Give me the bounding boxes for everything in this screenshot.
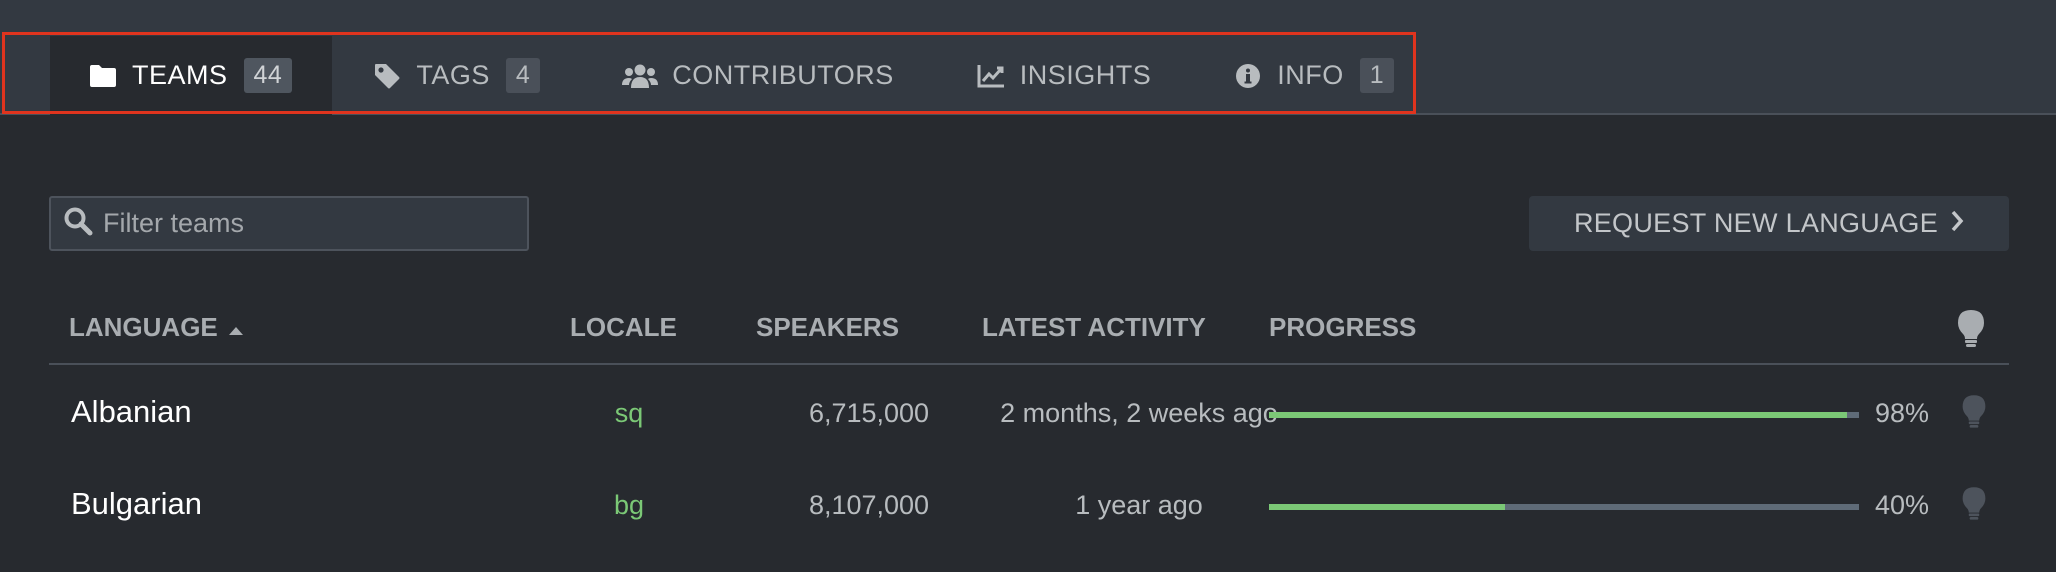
teams-table-header: LANGUAGE LOCALE SPEAKERS LATEST ACTIVITY…	[49, 300, 2009, 365]
filter-teams-input[interactable]	[103, 208, 503, 239]
column-header-language[interactable]: LANGUAGE	[69, 312, 244, 343]
tab-label: INFO	[1277, 60, 1344, 90]
info-circle-icon	[1233, 61, 1263, 91]
lightbulb-icon[interactable]	[1960, 484, 1988, 529]
tab-count-badge: 44	[243, 58, 293, 93]
column-header-progress[interactable]: PROGRESS	[1269, 312, 1416, 343]
tab-count-badge: 4	[505, 58, 541, 93]
tab-count-badge: 1	[1359, 58, 1395, 93]
request-new-language-button[interactable]: REQUEST NEW LANGUAGE	[1529, 196, 2009, 251]
chevron-right-icon	[1950, 208, 1964, 239]
search-icon	[63, 206, 93, 241]
tab-label: TEAMS	[132, 60, 228, 90]
tab-teams[interactable]: TEAMS 44	[50, 36, 333, 115]
filter-teams-field[interactable]	[49, 196, 529, 251]
progress-bar[interactable]	[1269, 504, 1859, 510]
column-header-speakers[interactable]: SPEAKERS	[756, 312, 899, 343]
table-row: Albanian sq 6,715,000 2 months, 2 weeks …	[49, 370, 2009, 462]
tab-info[interactable]: INFO 1	[1193, 36, 1436, 115]
column-header-locale[interactable]: LOCALE	[570, 312, 677, 343]
progress-bar-fill	[1269, 504, 1505, 510]
tab-label: TAGS	[416, 60, 490, 90]
progress-bar-fill	[1269, 412, 1848, 418]
column-header-label: LANGUAGE	[69, 312, 218, 342]
locale-code-link[interactable]: sq	[589, 398, 669, 429]
chart-line-icon	[976, 61, 1006, 91]
sort-ascending-icon	[228, 312, 244, 343]
progress-percent: 98%	[1875, 398, 1930, 428]
table-row: Bulgarian bg 8,107,000 1 year ago 40%	[49, 462, 2009, 554]
tab-list: TEAMS 44 TAGS 4 CONTRIBUTORS INSIGHTS IN…	[50, 36, 1436, 115]
tab-label: INSIGHTS	[1019, 60, 1152, 90]
tab-tags[interactable]: TAGS 4	[332, 36, 582, 115]
tab-insights[interactable]: INSIGHTS	[936, 36, 1194, 115]
tab-label: CONTRIBUTORS	[672, 60, 894, 90]
users-icon	[622, 61, 659, 91]
language-name-link[interactable]: Bulgarian	[71, 486, 202, 522]
language-name-link[interactable]: Albanian	[71, 394, 192, 430]
locale-code-link[interactable]: bg	[589, 490, 669, 521]
request-new-language-label: REQUEST NEW LANGUAGE	[1573, 208, 1939, 238]
column-header-latest-activity[interactable]: LATEST ACTIVITY	[982, 312, 1206, 343]
tab-bar: TEAMS 44 TAGS 4 CONTRIBUTORS INSIGHTS IN…	[0, 0, 2056, 115]
progress-bar[interactable]	[1269, 412, 1859, 418]
tag-icon	[372, 61, 402, 91]
folder-icon	[88, 61, 118, 91]
progress-percent: 40%	[1875, 490, 1930, 520]
lightbulb-icon[interactable]	[1955, 308, 1987, 355]
lightbulb-icon[interactable]	[1960, 392, 1988, 437]
tab-contributors[interactable]: CONTRIBUTORS	[582, 36, 936, 115]
